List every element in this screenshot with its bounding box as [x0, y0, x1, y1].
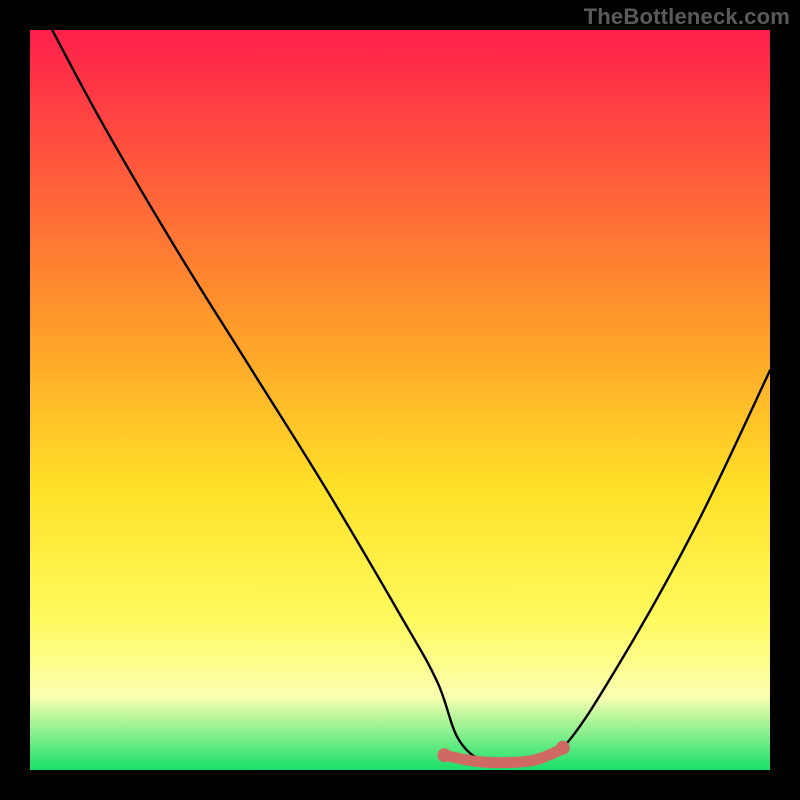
gradient-background — [30, 30, 770, 770]
watermark-text: TheBottleneck.com — [584, 4, 790, 30]
plot-area — [30, 30, 770, 770]
highlight-start-marker — [437, 748, 451, 762]
highlight-end-marker — [556, 741, 570, 755]
chart-frame: TheBottleneck.com — [0, 0, 800, 800]
chart-svg — [30, 30, 770, 770]
